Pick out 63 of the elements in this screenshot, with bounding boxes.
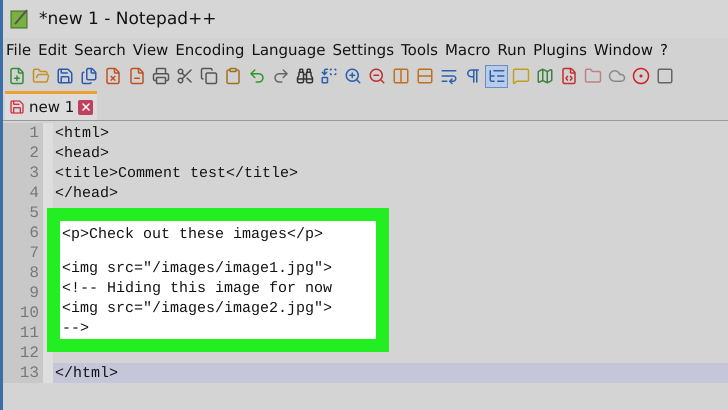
menu-item[interactable]: Encoding — [175, 41, 244, 59]
zoom-out-icon — [368, 67, 386, 85]
code-text: <html> — [54, 124, 110, 142]
new-file-icon — [8, 67, 26, 85]
find-icon — [296, 67, 314, 85]
menu-item[interactable]: Settings — [332, 41, 394, 59]
function-list-icon — [560, 67, 578, 85]
menu-item[interactable]: Macro — [444, 41, 490, 59]
redo-icon — [272, 67, 290, 85]
sync-horizontal-icon — [416, 67, 434, 85]
print-icon — [152, 67, 170, 85]
close-icon — [80, 101, 92, 113]
code-text: <p>Check out these images</p> — [61, 225, 324, 245]
word-wrap-icon — [440, 67, 458, 85]
line-number: 1 — [3, 123, 53, 143]
menu-item[interactable]: Plugins — [533, 41, 587, 59]
zoom-in-icon — [344, 67, 362, 85]
stop-icon — [656, 67, 674, 85]
code-text: <!-- Hiding this image for now — [61, 279, 334, 299]
close-button[interactable] — [78, 100, 94, 114]
line-number: 3 — [3, 163, 53, 183]
menu-item[interactable]: Window — [594, 41, 654, 59]
line-number: 13 — [3, 363, 53, 383]
copy-icon — [200, 67, 218, 85]
close-file-icon — [104, 67, 122, 85]
menu-item[interactable]: ? — [660, 41, 668, 59]
save-all-icon — [80, 67, 98, 85]
undo-icon — [248, 67, 266, 85]
code-text: <head> — [54, 144, 110, 162]
save-icon — [56, 67, 74, 85]
menu-item[interactable]: Language — [251, 41, 326, 59]
toolbar-button[interactable] — [485, 64, 508, 88]
line-number: 2 — [3, 143, 53, 163]
folder-icon — [32, 67, 50, 85]
line-number: 5 — [3, 203, 53, 223]
close-all-icon — [128, 67, 146, 85]
record-icon — [632, 67, 650, 85]
file-tab[interactable]: new 1 — [5, 91, 98, 120]
code-text: --> — [61, 319, 90, 339]
menu-item[interactable]: View — [132, 41, 168, 59]
line-number: 4 — [3, 183, 53, 203]
save-icon — [9, 99, 25, 115]
code-text: </head> — [54, 184, 118, 202]
menu-item[interactable]: Edit — [38, 41, 68, 59]
code-text: </html> — [54, 364, 118, 382]
window-title: *new 1 - Notepad++ — [39, 9, 217, 29]
comment-icon — [512, 67, 530, 85]
replace-icon — [320, 67, 338, 85]
cloud-icon — [608, 67, 626, 85]
line-number: 12 — [3, 343, 53, 363]
code-text: <img src="/images/image1.jpg"> — [61, 259, 334, 279]
code-text: <img src="/images/image2.jpg"> — [61, 299, 334, 319]
paste-icon — [224, 67, 242, 85]
sync-vertical-icon — [392, 67, 410, 85]
map-icon — [536, 67, 554, 85]
menu-item[interactable]: Run — [497, 41, 526, 59]
folder-icon — [584, 67, 602, 85]
code-text: <title>Comment test</title> — [54, 164, 298, 182]
cut-icon — [176, 67, 194, 85]
menu-item[interactable]: Tools — [401, 41, 438, 59]
indent-guide-icon — [488, 67, 506, 85]
menu-item[interactable]: File — [6, 41, 32, 59]
menu-item[interactable]: Search — [74, 41, 126, 59]
